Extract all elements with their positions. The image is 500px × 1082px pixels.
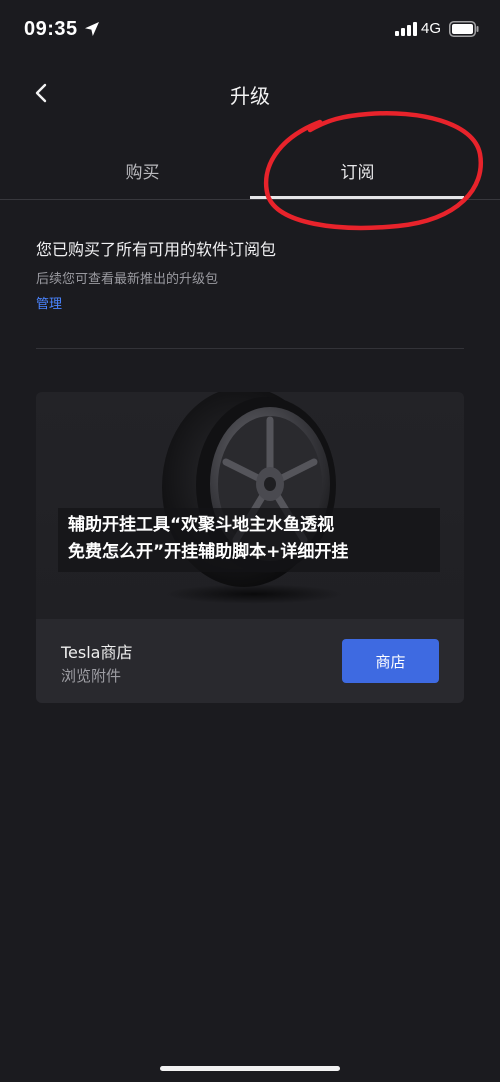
store-card-footer: Tesla商店 浏览附件 商店: [36, 619, 464, 703]
tab-bar: 购买 订阅: [0, 140, 500, 200]
store-name: Tesla商店: [61, 643, 133, 662]
page-title: 升级: [230, 84, 270, 108]
status-bar: 09:35 4G: [0, 0, 500, 60]
overlay-caption-line-2: 免费怎么开”开挂辅助脚本+详细开挂: [68, 542, 349, 562]
app-screen: 09:35 4G 升级 购买 订阅 您已购买了所有可用的软件订阅包 后续您可查看…: [0, 0, 500, 1082]
store-subtitle: 浏览附件: [61, 667, 122, 685]
tab-purchase[interactable]: 购买: [35, 158, 250, 183]
signal-bars-icon: [395, 22, 417, 36]
store-button[interactable]: 商店: [342, 639, 439, 683]
battery-icon: [449, 21, 479, 37]
subscription-heading: 您已购买了所有可用的软件订阅包: [36, 240, 277, 259]
overlay-caption: 辅助开挂工具“欢聚斗地主水鱼透视 免费怎么开”开挂辅助脚本+详细开挂: [58, 508, 440, 572]
active-tab-indicator: [250, 196, 464, 199]
overlay-caption-line-1: 辅助开挂工具“欢聚斗地主水鱼透视: [68, 515, 335, 535]
tab-subscription[interactable]: 订阅: [250, 158, 465, 183]
location-arrow-icon: [85, 22, 99, 36]
home-indicator[interactable]: [160, 1066, 340, 1071]
manage-link[interactable]: 管理: [36, 293, 62, 312]
wheel-image: [162, 392, 344, 604]
section-divider: [36, 348, 464, 349]
network-type: 4G: [421, 20, 442, 37]
subscription-subtitle: 后续您可查看最新推出的升级包: [36, 272, 219, 287]
status-time: 09:35: [24, 18, 78, 40]
